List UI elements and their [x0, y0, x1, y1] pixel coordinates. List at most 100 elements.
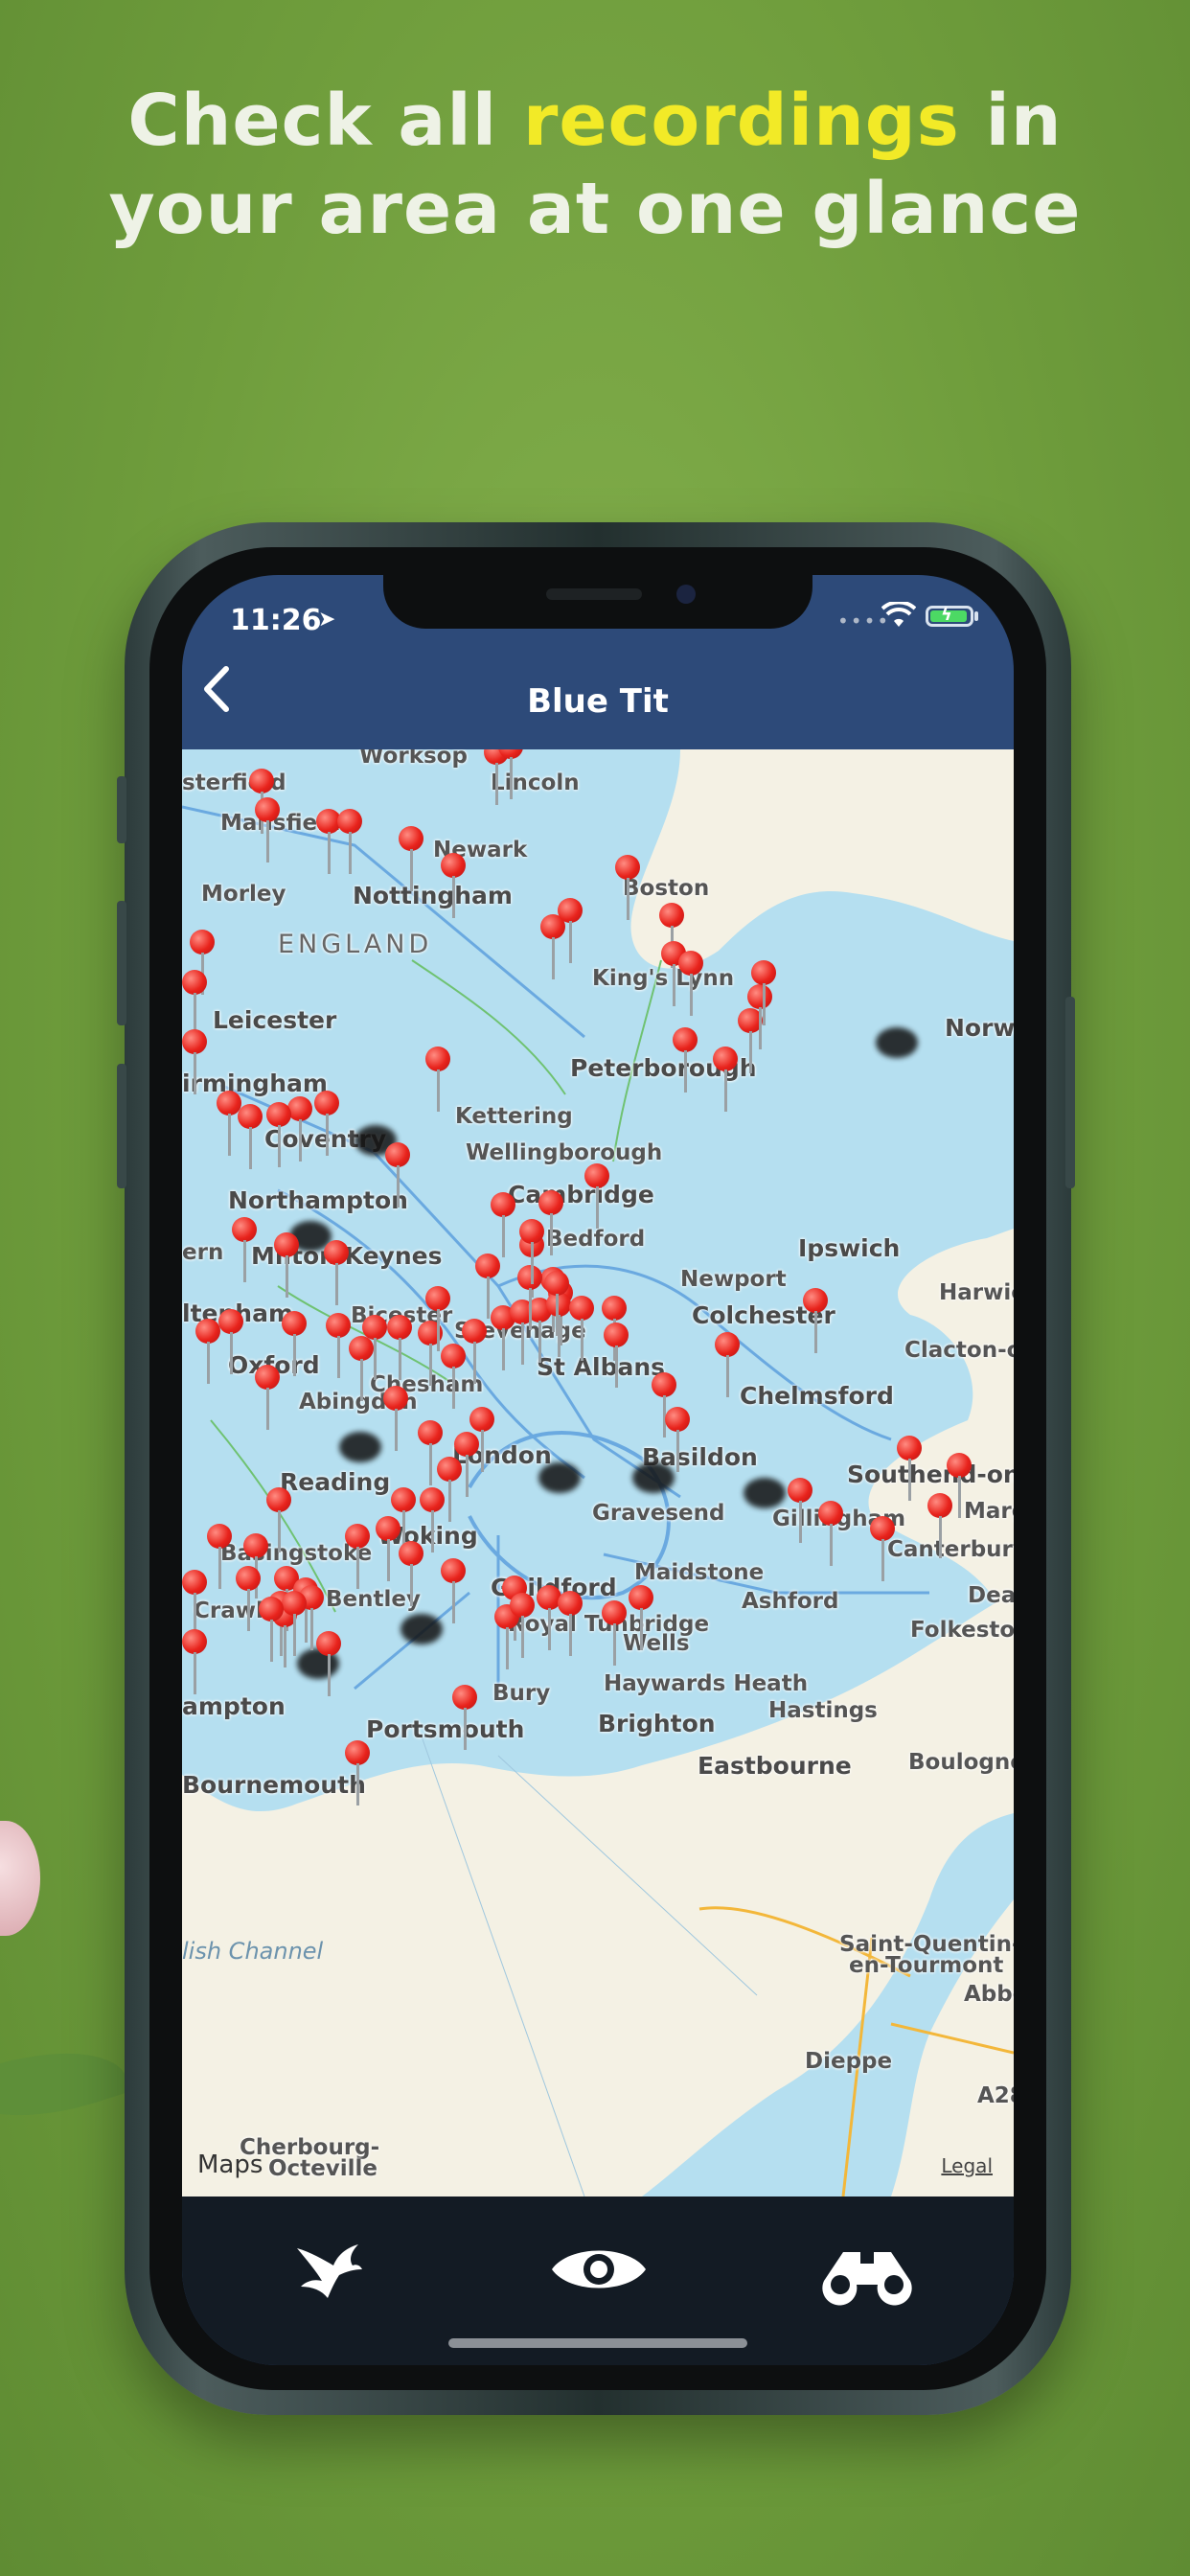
recording-pin[interactable] — [316, 1631, 341, 1698]
phone-side-button — [1065, 997, 1075, 1188]
recording-pin[interactable] — [218, 1309, 243, 1376]
home-indicator — [448, 2338, 747, 2348]
recording-pin[interactable] — [665, 1407, 690, 1474]
recording-pin[interactable] — [345, 1740, 370, 1807]
recording-pin[interactable] — [870, 1516, 895, 1583]
map-view[interactable]: Worksop Lincoln sterfield Mansfield Newa… — [182, 749, 1014, 2196]
map-label: Boulogne — [908, 1750, 1014, 1775]
recording-pin[interactable] — [337, 809, 362, 876]
recording-pin[interactable] — [266, 1102, 291, 1169]
recording-pin[interactable] — [236, 1566, 261, 1633]
recording-pin[interactable] — [544, 1271, 569, 1338]
recording-pin[interactable] — [788, 1478, 812, 1545]
recording-pin[interactable] — [604, 1322, 629, 1390]
recording-pin[interactable] — [803, 1288, 828, 1355]
recording-pin[interactable] — [376, 1516, 400, 1583]
pin-cluster-shadow — [876, 1027, 918, 1058]
recording-pin[interactable] — [207, 1524, 232, 1591]
front-camera — [676, 585, 696, 604]
phone-side-button — [117, 901, 126, 1025]
map-label: Gravesend — [592, 1501, 725, 1526]
map-label: A28 — [977, 2083, 1014, 2108]
phone-screen: 11:26 ➤ •••• ϟ Blue Tit Worksop Lincoln … — [182, 575, 1014, 2365]
recording-pin[interactable] — [441, 853, 466, 920]
tab-species[interactable] — [278, 2231, 383, 2308]
recording-pin[interactable] — [259, 1597, 284, 1664]
recording-pin[interactable] — [238, 1104, 263, 1171]
recording-pin[interactable] — [255, 797, 280, 864]
map-label: Bury — [492, 1681, 551, 1706]
recording-pin[interactable] — [387, 1315, 412, 1382]
recording-pin[interactable] — [673, 1027, 698, 1094]
recording-pin[interactable] — [282, 1591, 307, 1658]
page-title: Blue Tit — [527, 682, 669, 721]
recording-pin[interactable] — [713, 1046, 738, 1114]
headline-line1: Check all recordings in — [127, 80, 1063, 162]
map-label: Deal — [968, 1583, 1014, 1608]
recording-pin[interactable] — [519, 1219, 544, 1286]
headline-line2: your area at one glance — [108, 168, 1082, 250]
recording-pin[interactable] — [349, 1336, 374, 1403]
recording-pin[interactable] — [266, 1487, 291, 1554]
map-label: Ipswich — [798, 1234, 901, 1262]
recording-pin[interactable] — [182, 1629, 207, 1696]
map-label: Cambridge — [508, 1181, 654, 1208]
pin-cluster-shadow — [538, 1462, 581, 1493]
recording-pin[interactable] — [491, 1192, 515, 1259]
recording-pin[interactable] — [602, 1600, 627, 1668]
recording-pin[interactable] — [324, 1240, 349, 1307]
recording-pin[interactable] — [182, 1029, 207, 1096]
tab-observe[interactable] — [546, 2231, 652, 2308]
map-label: Leicester — [213, 1006, 337, 1034]
map-label: Norwi — [945, 1014, 1014, 1042]
recording-pin[interactable] — [475, 1254, 500, 1321]
recording-pin[interactable] — [678, 951, 703, 1018]
recording-pin[interactable] — [282, 1311, 307, 1378]
recording-pin[interactable] — [182, 970, 207, 1037]
recording-pin[interactable] — [615, 855, 640, 922]
recording-pin[interactable] — [383, 1386, 408, 1453]
map-label: Northampton — [228, 1186, 408, 1214]
recording-pin[interactable] — [182, 1570, 207, 1637]
recording-pin[interactable] — [326, 1313, 351, 1380]
recording-pin[interactable] — [425, 1046, 450, 1114]
recording-pin[interactable] — [255, 1365, 280, 1432]
nav-bar: Blue Tit — [182, 632, 1014, 748]
legal-link[interactable]: Legal — [941, 2154, 993, 2177]
recording-pin[interactable] — [569, 1296, 594, 1363]
map-label: Ashford — [742, 1589, 839, 1614]
map-label: Clacton-on- — [904, 1338, 1014, 1363]
recording-pin[interactable] — [715, 1332, 740, 1399]
map-label: Brighton — [598, 1710, 716, 1737]
recording-pin[interactable] — [385, 1142, 410, 1209]
recording-pin[interactable] — [314, 1091, 339, 1158]
recording-pin[interactable] — [452, 1685, 477, 1752]
recording-pin[interactable] — [399, 826, 423, 893]
notch — [383, 575, 812, 629]
recording-pin[interactable] — [498, 749, 523, 801]
recording-pin[interactable] — [558, 898, 583, 965]
recording-pin[interactable] — [897, 1436, 922, 1503]
recording-pin[interactable] — [751, 960, 776, 1027]
map-label: Folkestone — [910, 1618, 1014, 1643]
recording-pin[interactable] — [441, 1558, 466, 1625]
recording-pin[interactable] — [441, 1344, 466, 1411]
battery-icon: ϟ — [926, 605, 973, 627]
map-label: lish Channel — [182, 1938, 324, 1965]
recording-pin[interactable] — [274, 1232, 299, 1300]
map-label: en-Tourmont — [849, 1953, 1004, 1978]
map-label: Morley — [201, 882, 286, 907]
recording-pin[interactable] — [818, 1501, 843, 1568]
recording-pin[interactable] — [558, 1591, 583, 1658]
recording-pin[interactable] — [584, 1163, 609, 1230]
recording-pin[interactable] — [399, 1541, 423, 1608]
recording-pin[interactable] — [510, 1593, 535, 1660]
recording-pin[interactable] — [629, 1585, 653, 1652]
battery-tip — [974, 611, 978, 621]
recording-pin[interactable] — [195, 1319, 220, 1386]
tab-binoculars[interactable] — [814, 2231, 920, 2308]
recording-pin[interactable] — [927, 1493, 952, 1560]
recording-pin[interactable] — [345, 1524, 370, 1591]
map-label: Abbe — [964, 1982, 1014, 2007]
recording-pin[interactable] — [232, 1217, 257, 1284]
